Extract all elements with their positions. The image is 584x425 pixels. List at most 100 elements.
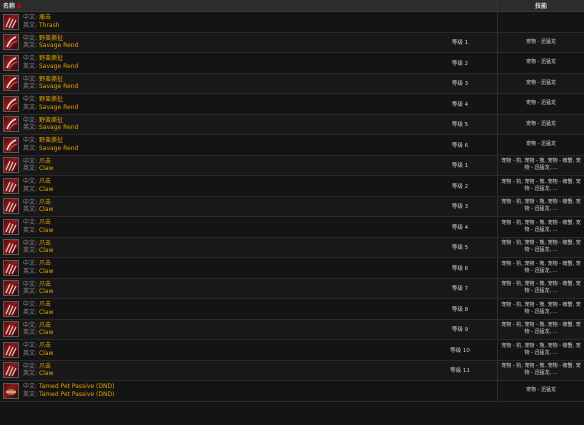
spell-name-en-link[interactable]: Savage Rend xyxy=(39,104,78,111)
claw-icon[interactable] xyxy=(3,259,19,276)
spell-names: 中文: 野蛮撕扯 英文: Savage Rend xyxy=(23,35,78,50)
spell-name-en-link[interactable]: Savage Rend xyxy=(39,42,78,49)
table-row[interactable]: 中文: 爪击 英文: Claw 等级 9 宠物 - 豹, 宠物 - 熊, 宠物 - 螃… xyxy=(0,319,584,340)
spell-name-zh-link[interactable]: 爪击 xyxy=(39,342,51,349)
spell-rank: 等级 3 xyxy=(451,204,469,211)
spell-name-zh-link[interactable]: 爪击 xyxy=(39,363,51,370)
savage-rend-icon[interactable] xyxy=(3,54,19,71)
claw-icon[interactable] xyxy=(3,198,19,215)
claw-icon[interactable] xyxy=(3,239,19,256)
spell-name-en-link[interactable]: Tamed Pet Passive (DND) xyxy=(39,391,114,398)
table-row[interactable]: 中文: 野蛮撕扯 英文: Savage Rend 等级 1 宠物 - 迅猛龙 xyxy=(0,32,584,53)
skill-column-header[interactable]: 技能 xyxy=(497,1,584,10)
spell-rank: 等级 4 xyxy=(451,224,469,231)
spell-name-zh-link[interactable]: 爪击 xyxy=(39,240,51,247)
spell-name-en-link[interactable]: Savage Rend xyxy=(39,83,78,90)
spell-name-en-link[interactable]: Claw xyxy=(39,329,53,336)
spell-name-cell: 中文: 爪击 英文: Claw 等级 6 xyxy=(0,258,497,278)
table-row[interactable]: 中文: 爪击 英文: Claw 等级 2 宠物 - 豹, 宠物 - 熊, 宠物 - 螃… xyxy=(0,176,584,197)
spell-name-en-link[interactable]: Claw xyxy=(39,247,53,254)
spell-name-en-link[interactable]: Claw xyxy=(39,309,53,316)
spell-name-en-link[interactable]: Thrash xyxy=(39,22,60,29)
spell-name-en-link[interactable]: Claw xyxy=(39,288,53,295)
claw-icon[interactable] xyxy=(3,157,19,174)
claw-icon[interactable] xyxy=(3,321,19,338)
spell-name-zh-link[interactable]: Tamed Pet Passive (DND) xyxy=(39,383,114,390)
table-row[interactable]: 中文: 爪击 英文: Claw 等级 4 宠物 - 豹, 宠物 - 熊, 宠物 - 螃… xyxy=(0,217,584,238)
spell-rank: 等级 6 xyxy=(451,142,469,149)
table-row[interactable]: 中文: 爪击 英文: Claw 等级 7 宠物 - 豹, 宠物 - 熊, 宠物 - 螃… xyxy=(0,278,584,299)
en-label: 英文: xyxy=(23,267,38,275)
table-row[interactable]: 中文: 野蛮撕扯 英文: Savage Rend 等级 6 宠物 - 迅猛龙 xyxy=(0,135,584,156)
spell-name-en-link[interactable]: Claw xyxy=(39,370,53,377)
claw-icon[interactable] xyxy=(3,300,19,317)
spell-name-en-link[interactable]: Savage Rend xyxy=(39,63,78,70)
claw-icon[interactable] xyxy=(3,177,19,194)
savage-rend-icon[interactable] xyxy=(3,136,19,153)
claw-icon[interactable] xyxy=(3,280,19,297)
table-row[interactable]: 中文: 爪击 英文: Claw 等级 11 宠物 - 豹, 宠物 - 熊, 宠物 - … xyxy=(0,360,584,381)
savage-rend-icon[interactable] xyxy=(3,34,19,51)
table-row[interactable]: 中文: 野蛮撕扯 英文: Savage Rend 等级 5 宠物 - 迅猛龙 xyxy=(0,114,584,135)
savage-rend-icon[interactable] xyxy=(3,95,19,112)
spell-names: 中文: 爪击 英文: Claw xyxy=(23,240,53,255)
table-row[interactable]: 中文: 爪击 英文: Claw 等级 8 宠物 - 豹, 宠物 - 熊, 宠物 - 螃… xyxy=(0,299,584,320)
savage-rend-icon[interactable] xyxy=(3,75,19,92)
spell-name-en-link[interactable]: Claw xyxy=(39,350,53,357)
spell-name-en-link[interactable]: Savage Rend xyxy=(39,145,78,152)
spell-name-zh-link[interactable]: 野蛮撕扯 xyxy=(39,137,63,144)
name-column-header[interactable]: 名称 ▲ xyxy=(0,1,497,10)
table-row[interactable]: 中文: 爪击 英文: Claw 等级 6 宠物 - 豹, 宠物 - 熊, 宠物 - 螃… xyxy=(0,258,584,279)
spell-name-en-link[interactable]: Claw xyxy=(39,268,53,275)
skill-cell: 宠物 - 迅猛龙 xyxy=(497,114,584,134)
spell-name-zh-link[interactable]: 爪击 xyxy=(39,322,51,329)
table-row[interactable]: 中文: 爪击 英文: Claw 等级 1 宠物 - 豹, 宠物 - 熊, 宠物 - 螃… xyxy=(0,155,584,176)
spell-name-zh-link[interactable]: 爪击 xyxy=(39,219,51,226)
spell-name-zh-link[interactable]: 爪击 xyxy=(39,301,51,308)
table-row[interactable]: 中文: 野蛮撕扯 英文: Savage Rend 等级 2 宠物 - 迅猛龙 xyxy=(0,53,584,74)
skill-cell: 宠物 - 豹, 宠物 - 熊, 宠物 - 螃蟹, 宠物 - 迅猛龙, ... xyxy=(497,237,584,257)
skill-cell: 宠物 - 豹, 宠物 - 熊, 宠物 - 螃蟹, 宠物 - 迅猛龙, ... xyxy=(497,176,584,196)
spell-names: 中文: 野蛮撕扯 英文: Savage Rend xyxy=(23,55,78,70)
spell-name-cell: 中文: 野蛮撕扯 英文: Savage Rend 等级 5 xyxy=(0,115,497,135)
spell-name-en-link[interactable]: Claw xyxy=(39,186,53,193)
spell-name-en-link[interactable]: Savage Rend xyxy=(39,124,78,131)
table-row[interactable]: 中文: 野蛮撕扯 英文: Savage Rend 等级 3 宠物 - 迅猛龙 xyxy=(0,73,584,94)
spell-rank: 等级 9 xyxy=(451,327,469,334)
spell-name-zh-link[interactable]: 爪击 xyxy=(39,281,51,288)
table-header: 名称 ▲ 技能 xyxy=(0,0,584,12)
spell-name-en-link[interactable]: Claw xyxy=(39,206,53,213)
skill-cell: 宠物 - 豹, 宠物 - 熊, 宠物 - 螃蟹, 宠物 - 迅猛龙, ... xyxy=(497,155,584,175)
table-row[interactable]: 中文: 爪击 英文: Claw 等级 5 宠物 - 豹, 宠物 - 熊, 宠物 - 螃… xyxy=(0,237,584,258)
claw-icon[interactable] xyxy=(3,13,19,30)
claw-icon[interactable] xyxy=(3,341,19,358)
table-row[interactable]: 中文: 野蛮撕扯 英文: Savage Rend 等级 4 宠物 - 迅猛龙 xyxy=(0,94,584,115)
spell-name-zh-link[interactable]: 爪击 xyxy=(39,260,51,267)
spell-name-zh-link[interactable]: 痛击 xyxy=(39,14,51,21)
en-label: 英文: xyxy=(23,83,38,91)
pet-passive-icon[interactable] xyxy=(3,382,19,399)
spell-name-zh-link[interactable]: 野蛮撕扯 xyxy=(39,96,63,103)
spell-name-zh-link[interactable]: 爪击 xyxy=(39,178,51,185)
spell-name-cell: 中文: 爪击 英文: Claw 等级 5 xyxy=(0,238,497,258)
table-row[interactable]: 中文: 痛击 英文: Thrash xyxy=(0,12,584,33)
claw-icon[interactable] xyxy=(3,218,19,235)
savage-rend-icon[interactable] xyxy=(3,116,19,133)
table-row[interactable]: 中文: 爪击 英文: Claw 等级 10 宠物 - 豹, 宠物 - 熊, 宠物 - … xyxy=(0,340,584,361)
spell-name-en-link[interactable]: Claw xyxy=(39,165,53,172)
table-row[interactable]: 中文: Tamed Pet Passive (DND) 英文: Tamed Pet… xyxy=(0,381,584,402)
spell-name-en-link[interactable]: Claw xyxy=(39,227,53,234)
table-row[interactable]: 中文: 爪击 英文: Claw 等级 3 宠物 - 豹, 宠物 - 熊, 宠物 - 螃… xyxy=(0,196,584,217)
spell-name-zh-link[interactable]: 野蛮撕扯 xyxy=(39,117,63,124)
spell-name-zh-link[interactable]: 野蛮撕扯 xyxy=(39,35,63,42)
sort-asc-icon[interactable]: ▲ xyxy=(17,2,22,9)
spell-names: 中文: 野蛮撕扯 英文: Savage Rend xyxy=(23,76,78,91)
zh-label: 中文: xyxy=(23,178,38,186)
claw-icon[interactable] xyxy=(3,362,19,379)
spell-name-zh-link[interactable]: 野蛮撕扯 xyxy=(39,55,63,62)
spell-name-zh-link[interactable]: 爪击 xyxy=(39,199,51,206)
en-label: 英文: xyxy=(23,144,38,152)
spell-name-zh-link[interactable]: 野蛮撕扯 xyxy=(39,76,63,83)
name-header-label: 名称 xyxy=(3,3,16,10)
spell-name-zh-link[interactable]: 爪击 xyxy=(39,158,51,165)
